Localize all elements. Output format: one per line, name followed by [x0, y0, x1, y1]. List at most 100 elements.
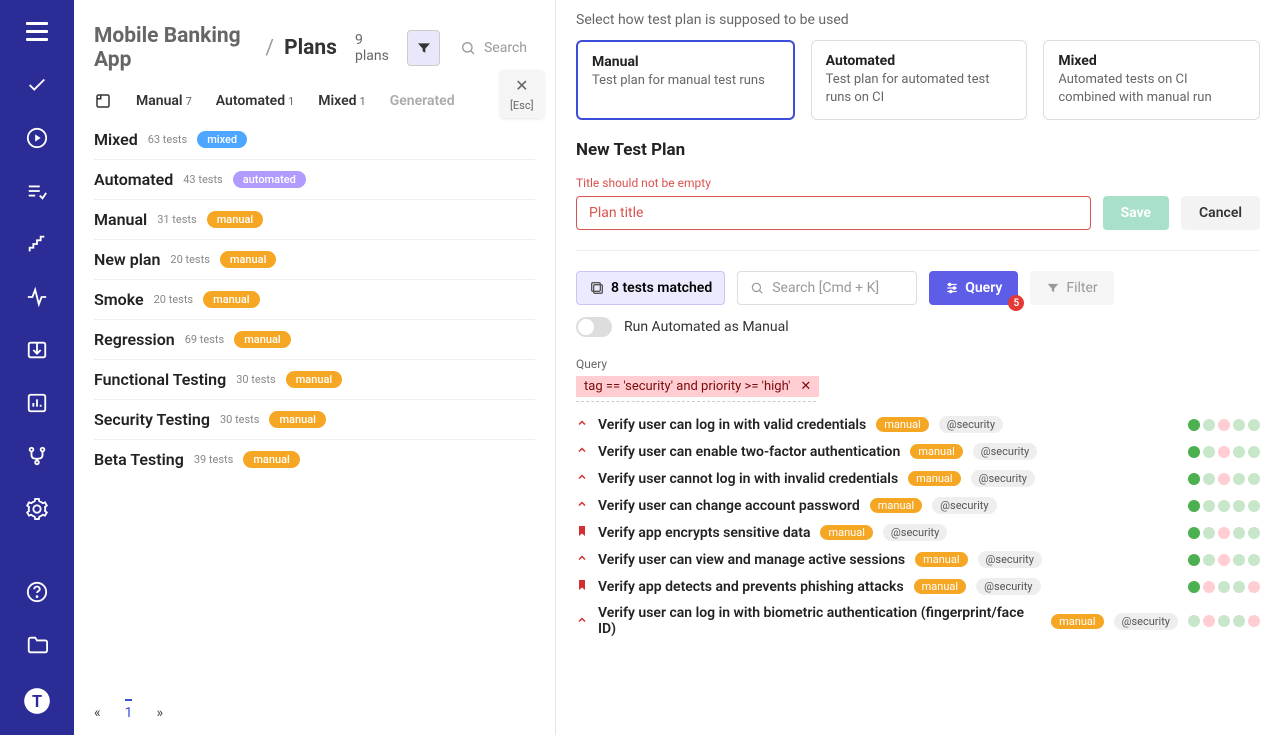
plan-tabs: Manual7 Automated1 Mixed1 Generated [74, 82, 555, 120]
test-badge: manual [915, 552, 967, 567]
test-item[interactable]: Verify user cannot log in with invalid c… [576, 470, 1260, 487]
plan-item[interactable]: New plan 20 tests manual [94, 239, 535, 279]
usage-hint: Select how test plan is supposed to be u… [576, 0, 1260, 40]
plan-item[interactable]: Smoke 20 tests manual [94, 279, 535, 319]
test-item[interactable]: Verify user can enable two-factor authen… [576, 443, 1260, 460]
nav-pulse[interactable] [17, 285, 57, 308]
test-search[interactable]: Search [Cmd + K] [737, 271, 917, 305]
tab-generated[interactable]: Generated [390, 93, 455, 109]
project-name[interactable]: Mobile Banking App [94, 24, 255, 72]
query-count-badge: 5 [1008, 295, 1024, 311]
nav-folder[interactable] [17, 634, 57, 657]
steps-icon [26, 233, 48, 255]
close-icon: ✕ [515, 76, 528, 95]
status-dot [1248, 554, 1260, 566]
test-name: Verify user can log in with valid creden… [598, 417, 866, 433]
plan-list: Mixed 63 tests mixedAutomated 43 tests a… [74, 120, 555, 691]
nav-steps[interactable] [17, 232, 57, 255]
matched-count[interactable]: 8 tests matched [576, 271, 725, 305]
plan-name: Automated [94, 170, 173, 189]
query-button[interactable]: Query 5 [929, 271, 1018, 305]
priority-icon [576, 614, 588, 629]
status-dots [1188, 615, 1260, 627]
plan-type-cards: Manual Test plan for manual test runs Au… [576, 40, 1260, 120]
remove-query-icon[interactable]: ✕ [800, 379, 811, 394]
nav-list[interactable] [17, 179, 57, 202]
menu-toggle[interactable] [17, 20, 57, 43]
status-dot [1218, 615, 1230, 627]
plan-title-input[interactable] [576, 196, 1091, 230]
app-logo[interactable]: T [17, 687, 57, 715]
status-dot [1248, 473, 1260, 485]
plan-item[interactable]: Functional Testing 30 tests manual [94, 359, 535, 399]
plan-name: New plan [94, 250, 160, 269]
import-icon [26, 339, 48, 361]
card-automated[interactable]: Automated Test plan for automated test r… [811, 40, 1028, 120]
test-badge: manual [914, 579, 966, 594]
priority-icon [576, 444, 588, 459]
status-dot [1203, 473, 1215, 485]
status-dot [1203, 527, 1215, 539]
filter-button-2[interactable]: Filter [1030, 271, 1113, 305]
page-next[interactable]: » [156, 705, 163, 721]
status-dot [1233, 554, 1245, 566]
plan-item[interactable]: Automated 43 tests automated [94, 159, 535, 199]
plan-badge: manual [286, 371, 343, 388]
nav-import[interactable] [17, 338, 57, 361]
priority-icon [576, 471, 588, 486]
plan-item[interactable]: Security Testing 30 tests manual [94, 399, 535, 439]
status-dot [1188, 446, 1200, 458]
status-dot [1233, 473, 1245, 485]
cancel-button[interactable]: Cancel [1181, 196, 1260, 230]
test-item[interactable]: Verify user can log in with valid creden… [576, 416, 1260, 433]
plan-tests-count: 20 tests [170, 253, 209, 266]
search-field[interactable]: Search [452, 40, 535, 56]
nav-branch[interactable] [17, 445, 57, 468]
test-item[interactable]: Verify app encrypts sensitive data manua… [576, 524, 1260, 541]
test-name: Verify user cannot log in with invalid c… [598, 471, 898, 487]
funnel-icon [1046, 281, 1060, 295]
card-manual[interactable]: Manual Test plan for manual test runs [576, 40, 795, 120]
test-name: Verify app encrypts sensitive data [598, 525, 810, 541]
pagination: « 1 » [74, 691, 555, 735]
status-dot [1233, 615, 1245, 627]
save-button[interactable]: Save [1103, 196, 1169, 230]
plan-tests-count: 30 tests [220, 413, 259, 426]
test-tag: @security [976, 578, 1040, 595]
nav-settings[interactable] [17, 498, 57, 521]
nav-check[interactable] [17, 73, 57, 96]
card-mixed[interactable]: Mixed Automated tests on CI combined wit… [1043, 40, 1260, 120]
plan-item[interactable]: Beta Testing 39 tests manual [94, 439, 535, 479]
test-item[interactable]: Verify user can log in with biometric au… [576, 605, 1260, 637]
card-desc: Test plan for automated test runs on CI [826, 71, 1013, 107]
run-auto-as-manual-toggle[interactable] [576, 317, 612, 337]
priority-icon [576, 417, 588, 432]
nav-help[interactable] [17, 581, 57, 604]
toggle-label: Run Automated as Manual [624, 319, 789, 335]
search-icon [460, 40, 476, 56]
nav-chart[interactable] [17, 392, 57, 415]
test-tag: @security [883, 524, 947, 541]
test-tag: @security [978, 551, 1042, 568]
plan-item[interactable]: Mixed 63 tests mixed [94, 120, 535, 159]
plan-item[interactable]: Regression 69 tests manual [94, 319, 535, 359]
tab-manual[interactable]: Manual7 [136, 93, 192, 109]
status-dot [1218, 500, 1230, 512]
nav-play[interactable] [17, 126, 57, 149]
tab-automated[interactable]: Automated1 [216, 93, 295, 109]
test-item[interactable]: Verify user can view and manage active s… [576, 551, 1260, 568]
test-item[interactable]: Verify app detects and prevents phishing… [576, 578, 1260, 595]
plan-item[interactable]: Manual 31 tests manual [94, 199, 535, 239]
status-dot [1233, 581, 1245, 593]
status-dot [1233, 500, 1245, 512]
page-prev[interactable]: « [94, 705, 101, 721]
card-title: Mixed [1058, 53, 1245, 69]
activity-icon [26, 286, 48, 308]
test-item[interactable]: Verify user can change account password … [576, 497, 1260, 514]
page-current[interactable]: 1 [125, 699, 133, 721]
close-panel[interactable]: ✕ [Esc] [500, 70, 544, 118]
chart-icon [26, 392, 48, 414]
tab-mixed[interactable]: Mixed1 [318, 93, 365, 109]
filter-button[interactable] [407, 30, 440, 66]
status-dots [1188, 581, 1260, 593]
